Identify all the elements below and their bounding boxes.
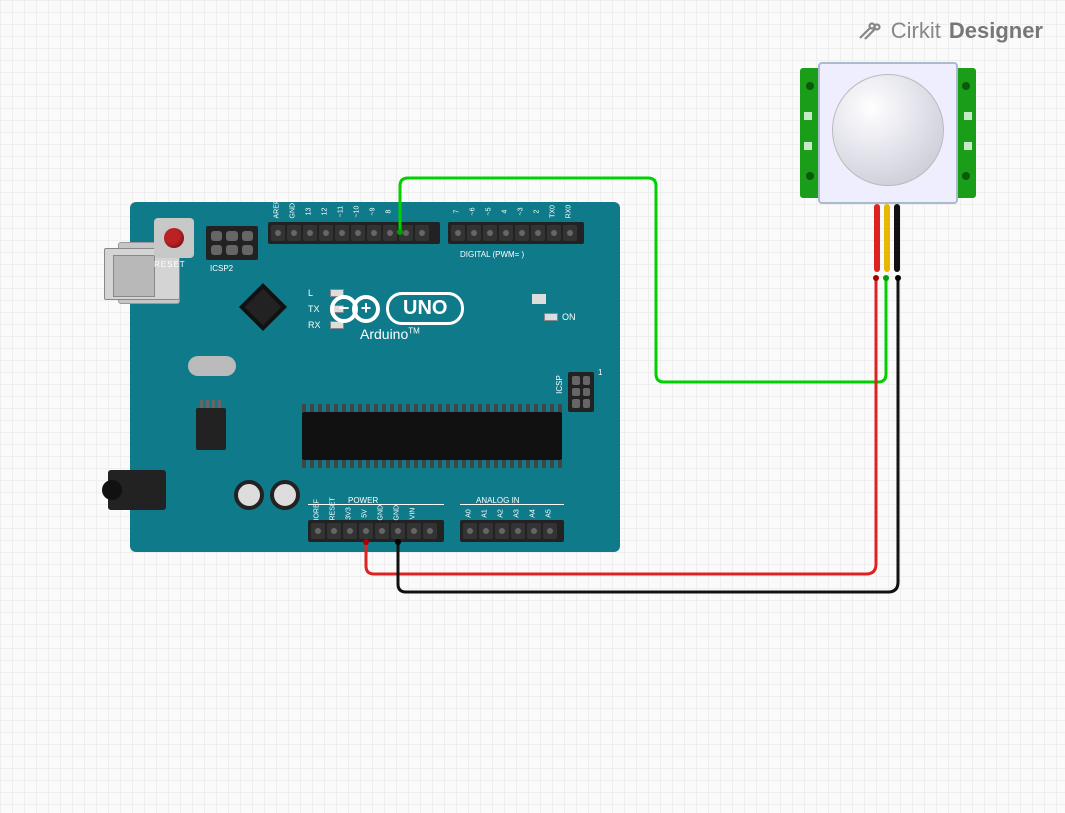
pin-d10 [351, 225, 365, 241]
pin-a4 [527, 523, 541, 539]
pin-tx0 [547, 225, 561, 241]
pin-d11 [335, 225, 349, 241]
pin-d6 [467, 225, 481, 241]
pin-a0 [463, 523, 477, 539]
reset-label: RESET [154, 260, 186, 269]
digital-section-label: DIGITAL (PWM= ) [460, 250, 524, 259]
pin-gnd2 [391, 523, 405, 539]
crystal-oscillator [188, 356, 236, 376]
analog-section-label: ANALOG IN [476, 496, 520, 505]
pir-pin-vcc[interactable] [874, 204, 880, 272]
capacitors [234, 480, 300, 510]
brand-name: Cirkit [891, 18, 941, 44]
icsp-pin1-label: 1 [598, 368, 602, 377]
pir-sensor[interactable] [800, 62, 976, 208]
atmega328p-chip [302, 412, 562, 460]
pir-pin-gnd[interactable] [894, 204, 900, 272]
power-labels: IOREF RESET 3V3 5V GND GND VIN [310, 510, 420, 517]
pin-d7 [451, 225, 465, 241]
pir-pin-out[interactable] [884, 204, 890, 272]
digital-header-left[interactable] [268, 222, 440, 244]
pin-aref [271, 225, 285, 241]
pin-d4 [499, 225, 513, 241]
pin-3v3 [343, 523, 357, 539]
pir-dome-lens [832, 74, 944, 186]
arduino-brand-text: ArduinoTM [360, 326, 420, 342]
power-header[interactable] [308, 520, 444, 542]
arduino-uno-board[interactable]: RESET ICSP2 L TX RX −+ UNO ArduinoTM ON … [130, 202, 620, 552]
power-section-label: POWER [348, 496, 378, 505]
reset-button[interactable] [154, 218, 194, 258]
pin-a2 [495, 523, 509, 539]
analog-labels: A0 A1 A2 A3 A4 A5 [462, 510, 556, 517]
pin-gnd1 [375, 523, 389, 539]
digital-header-right[interactable] [448, 222, 584, 244]
pin-d12 [319, 225, 333, 241]
pin-rx0 [563, 225, 577, 241]
brand-suffix: Designer [949, 18, 1043, 44]
pin-vin [407, 523, 421, 539]
icsp2-label: ICSP2 [210, 264, 233, 273]
digital-labels-left: AREF GND 13 12 ~11 ~10 ~9 8 [270, 208, 396, 215]
pin-d8 [383, 225, 397, 241]
icsp-header [568, 372, 594, 412]
pin-a3 [511, 523, 525, 539]
smd-component [532, 294, 546, 304]
pin-5v [359, 523, 373, 539]
voltage-regulator [196, 408, 226, 450]
brand-watermark: Cirkit Designer [857, 18, 1043, 44]
dc-power-jack [108, 470, 166, 510]
icsp-label: ICSP [555, 375, 564, 394]
pin-d13 [303, 225, 317, 241]
brand-icon [857, 18, 883, 44]
arduino-logo: −+ UNO [330, 292, 464, 325]
pin-a5 [543, 523, 557, 539]
digital-labels-right: 7 ~6 ~5 4 ~3 2 TX0 RX0 [450, 208, 576, 215]
icsp2-header [206, 226, 258, 260]
pin-d3 [515, 225, 529, 241]
on-led: ON [544, 312, 576, 322]
pin-a1 [479, 523, 493, 539]
pin-d2 [531, 225, 545, 241]
pin-reset [327, 523, 341, 539]
pin-ioref [311, 523, 325, 539]
analog-header[interactable] [460, 520, 564, 542]
pin-d5 [483, 225, 497, 241]
pin-gnd-top [287, 225, 301, 241]
pir-pin-leads [874, 204, 900, 272]
pin-d9 [367, 225, 381, 241]
